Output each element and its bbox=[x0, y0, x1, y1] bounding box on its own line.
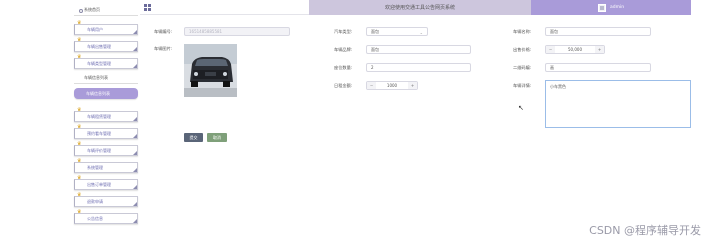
watermark: CSDN @程序辅导开发 bbox=[589, 224, 701, 237]
increment-button[interactable]: + bbox=[595, 46, 604, 53]
crown-icon: ♛ bbox=[77, 20, 82, 26]
sidebar-item-vehicle-sales[interactable]: ♛ 车辆出售管理 bbox=[74, 37, 138, 52]
detail-label: 车辆详情: bbox=[513, 83, 532, 88]
crown-icon: ♛ bbox=[77, 54, 82, 60]
decrement-button[interactable]: − bbox=[546, 46, 555, 53]
vehicle-image-label: 车辆图片: bbox=[154, 46, 173, 51]
sidebar-item-appointment[interactable]: ♛ 预约看车管理 bbox=[74, 124, 138, 139]
crown-icon: ♛ bbox=[77, 141, 82, 147]
crown-icon: ♛ bbox=[77, 209, 82, 215]
sale-price-label: 出售价格: bbox=[513, 47, 532, 52]
sidebar-item-refunds[interactable]: ♛ 退款申请 bbox=[74, 192, 138, 207]
avatar bbox=[598, 3, 606, 12]
submit-button[interactable]: 提交 bbox=[184, 133, 203, 142]
vehicle-name-field[interactable]: 面包 bbox=[545, 27, 651, 36]
sidebar-item-announcements[interactable]: ♛ 公告信息 bbox=[74, 209, 138, 224]
detail-textarea[interactable]: 小车黑色 bbox=[545, 80, 691, 128]
header-toolbar bbox=[140, 0, 309, 15]
vehicle-number-field: 1651485885581 bbox=[184, 27, 290, 36]
vehicle-brand-field[interactable]: 面包 bbox=[366, 45, 471, 54]
rent-price-stepper[interactable]: − 1000 + bbox=[366, 81, 418, 90]
vehicle-type-label: 汽车类型: bbox=[334, 29, 353, 34]
crown-icon: ♛ bbox=[77, 124, 82, 130]
crown-icon: ♛ bbox=[77, 192, 82, 198]
header-title: 欢迎使用交通工具公告网页系统 bbox=[309, 0, 531, 15]
plate-label: 二维码编: bbox=[513, 65, 532, 70]
sidebar: 系统首页 ♛ 车辆用户 ♛ 车辆出售管理 ♛ 车辆类型管理 车辆信息列表 车辆信… bbox=[73, 0, 139, 232]
van-picture bbox=[184, 44, 237, 97]
seat-count-field[interactable]: 2 bbox=[366, 63, 471, 72]
sidebar-item-vehicle-info-header[interactable]: 车辆信息列表 bbox=[74, 73, 138, 84]
crown-icon: ♛ bbox=[77, 37, 82, 43]
sidebar-item-home[interactable]: 系统首页 bbox=[74, 5, 138, 16]
crown-icon: ♛ bbox=[77, 107, 82, 113]
sidebar-item-vehicle-info-active[interactable]: 车辆信息列表 bbox=[74, 88, 138, 99]
plate-field[interactable]: 画 bbox=[545, 63, 651, 72]
chevron-down-icon: ⌄ bbox=[419, 30, 423, 35]
menu-grid-icon[interactable] bbox=[144, 4, 151, 11]
mouse-cursor-icon: ↖ bbox=[518, 104, 524, 112]
sidebar-item-sale-orders[interactable]: ♛ 出售订单管理 bbox=[74, 175, 138, 190]
crown-icon: ♛ bbox=[77, 158, 82, 164]
sidebar-item-vehicle-types[interactable]: ♛ 车辆类型管理 bbox=[74, 54, 138, 69]
cancel-button[interactable]: 取消 bbox=[207, 133, 227, 142]
decrement-button[interactable]: − bbox=[367, 82, 376, 89]
seat-count-label: 座位数量: bbox=[334, 65, 353, 70]
vehicle-brand-label: 车辆品牌: bbox=[334, 47, 353, 52]
sale-price-stepper[interactable]: − 50,000 + bbox=[545, 45, 605, 54]
rent-price-label: 日租金额: bbox=[334, 83, 353, 88]
vehicle-name-label: 车辆名称: bbox=[513, 29, 532, 34]
sidebar-item-reviews[interactable]: ♛ 车辆评价管理 bbox=[74, 141, 138, 156]
vehicle-image bbox=[184, 44, 237, 97]
sidebar-item-vehicle-rental[interactable]: ♛ 车辆租赁管理 bbox=[74, 107, 138, 122]
home-icon bbox=[79, 8, 83, 13]
vehicle-type-select[interactable]: 面包 ⌄ bbox=[366, 27, 428, 36]
vehicle-number-label: 车辆编号: bbox=[154, 29, 173, 34]
crown-icon: ♛ bbox=[77, 175, 82, 181]
increment-button[interactable]: + bbox=[408, 82, 417, 89]
sidebar-item-vehicle-users[interactable]: ♛ 车辆用户 bbox=[74, 20, 138, 35]
user-menu[interactable]: admin bbox=[531, 0, 691, 15]
sidebar-item-system[interactable]: ♛ 系统管理 bbox=[74, 158, 138, 173]
